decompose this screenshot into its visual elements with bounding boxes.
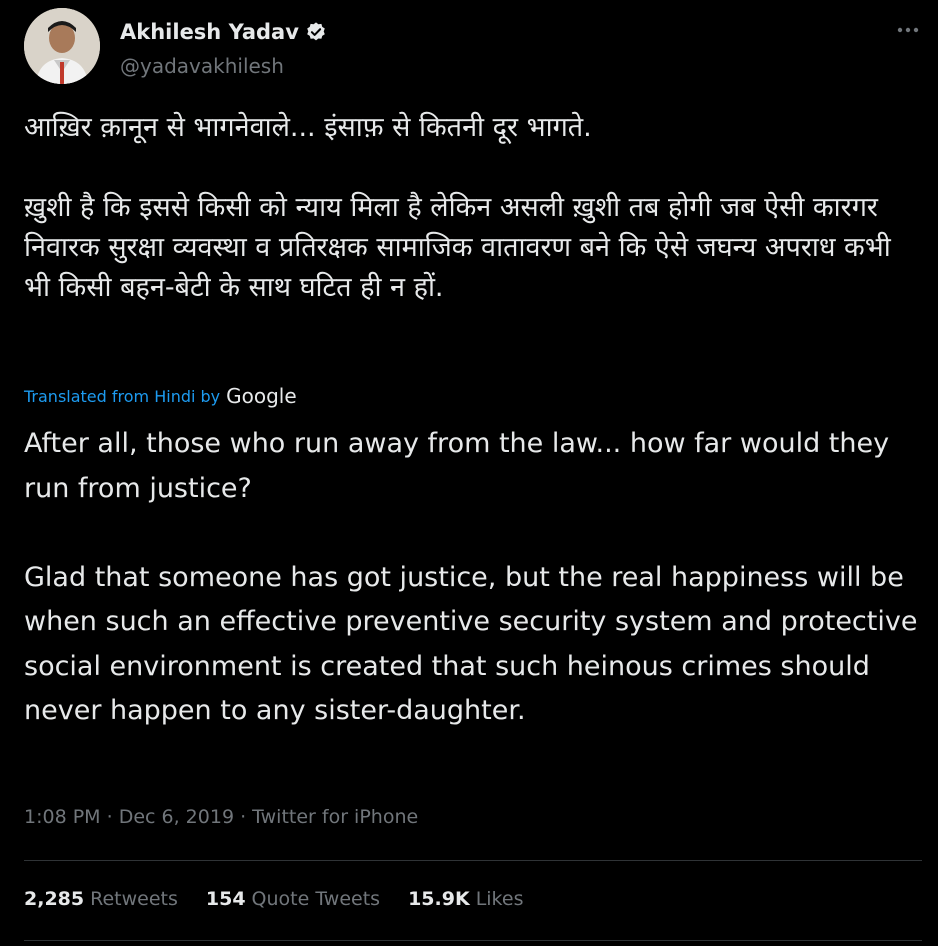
separator-dot: · [240,806,253,828]
profile-photo-icon [24,8,100,84]
tweet-source[interactable]: Twitter for iPhone [252,806,418,828]
tweet-text-translated: After all, those who run away from the l… [24,428,918,726]
quote-tweets-count: 154 [205,888,246,910]
quote-tweets-stat[interactable]: 154 Quote Tweets [206,888,380,910]
separator-dot: · [106,806,119,828]
avatar[interactable] [24,8,100,84]
retweets-label: Retweets [90,888,178,910]
translated-label: Translated from Hindi by [24,386,221,406]
tweet-text-hindi: आख़िर क़ानून से भागनेवाले... इंसाफ़ से क… [24,112,891,303]
tweet-stats: 2,285 Retweets 154 Quote Tweets 15.9K Likes [24,888,523,910]
likes-count: 15.9K [408,888,470,910]
tweet-metadata: 1:08 PM · Dec 6, 2019 · Twitter for iPho… [24,806,418,828]
translation-attribution: Translated from Hindi by Google [24,384,297,408]
tweet-detail: Akhilesh Yadav @yadavakhilesh आख़िर क़ान… [0,0,938,946]
likes-label: Likes [475,888,524,910]
tweet-time[interactable]: 1:08 PM [24,806,101,828]
user-handle[interactable]: @yadavakhilesh [120,54,284,78]
quote-tweets-label: Quote Tweets [251,888,381,910]
likes-stat[interactable]: 15.9K Likes [408,888,523,910]
retweets-count: 2,285 [24,888,85,910]
tweet-header: Akhilesh Yadav @yadavakhilesh [24,8,922,84]
retweets-stat[interactable]: 2,285 Retweets [24,888,178,910]
divider [24,940,922,941]
tweet-date[interactable]: Dec 6, 2019 [119,806,234,828]
verified-badge-icon [305,21,327,43]
display-name[interactable]: Akhilesh Yadav [120,20,299,44]
more-options-icon[interactable] [894,18,922,42]
divider [24,860,922,861]
google-logo: Google [226,384,297,408]
